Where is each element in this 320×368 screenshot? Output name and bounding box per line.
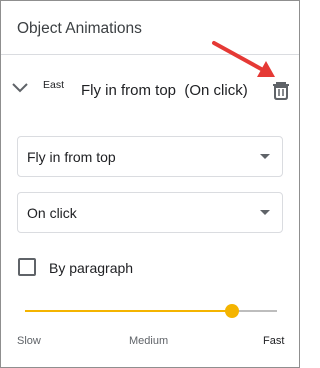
caret-down-icon xyxy=(260,154,270,159)
speed-label-slow: Slow xyxy=(17,335,41,347)
trigger-dropdown[interactable]: On click xyxy=(17,192,283,233)
object-animations-panel: Object Animations East Fly in from top (… xyxy=(0,0,300,368)
by-paragraph-label: By paragraph xyxy=(49,260,134,276)
speed-slider-thumb[interactable] xyxy=(224,304,239,318)
trigger-dropdown-value: On click xyxy=(27,205,77,221)
panel-title: Object Animations xyxy=(17,20,142,37)
speed-label-fast: Fast xyxy=(263,335,285,347)
by-paragraph-checkbox[interactable] xyxy=(18,258,36,276)
animation-object-name: East xyxy=(43,79,65,91)
caret-down-icon xyxy=(260,210,270,215)
trash-icon[interactable] xyxy=(271,80,291,100)
effect-dropdown-value: Fly in from top xyxy=(27,149,116,165)
chevron-down-icon[interactable] xyxy=(10,78,30,98)
speed-slider-filled-track xyxy=(25,310,232,312)
effect-dropdown[interactable]: Fly in from top xyxy=(17,136,283,177)
speed-slider[interactable] xyxy=(25,301,277,321)
speed-label-medium: Medium xyxy=(129,335,169,347)
